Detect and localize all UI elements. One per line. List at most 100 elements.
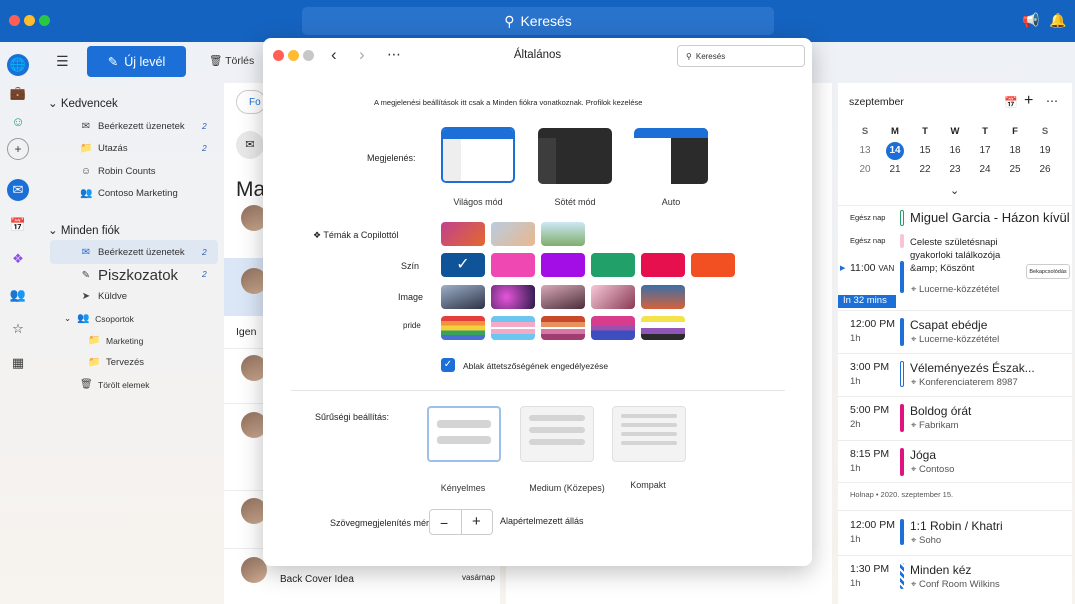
favorites-header[interactable]: ⌄ Kedvencek [48, 96, 118, 110]
color-swatch[interactable]: ✓ [441, 253, 485, 277]
all-sent[interactable]: ➤ Küldve [80, 291, 127, 302]
menu-icon[interactable]: ☰ [56, 53, 69, 70]
calendar-day[interactable]: 14 [886, 142, 904, 160]
fav-travel[interactable]: 📁 Utazás [80, 143, 128, 154]
event-title[interactable]: Csapat ebédje [910, 318, 987, 332]
filter-icon[interactable]: ✉ [236, 131, 264, 159]
calendar-day[interactable]: 13 [856, 145, 874, 156]
theme-light-card[interactable] [441, 127, 515, 183]
group-planning[interactable]: 📁 Tervezés [88, 357, 144, 368]
person-icon[interactable]: ☺ [7, 110, 29, 132]
calendar-day[interactable]: 23 [946, 164, 964, 175]
copilot-icon[interactable]: ❖ [7, 248, 29, 270]
message-subject[interactable]: Back Cover Idea [280, 574, 354, 585]
text-size-stepper: − + [429, 509, 493, 535]
text-size-default-link[interactable]: Alapértelmezett állás [500, 516, 584, 526]
event-title[interactable]: Véleményezés Észak... [910, 361, 1035, 375]
density-medium[interactable] [520, 406, 594, 462]
fav-robin[interactable]: ☺ Robin Counts [80, 166, 156, 177]
calendar-day[interactable]: 22 [916, 164, 934, 175]
event-location: ⌖ Lucerne-közzététel [911, 284, 1000, 295]
color-swatch[interactable] [641, 253, 685, 277]
copilot-icon: ❖ [313, 230, 322, 240]
fav-inbox[interactable]: ✉ Beérkezett üzenetek [80, 121, 185, 132]
today-icon[interactable]: 📅 [1004, 96, 1018, 109]
add-event-icon[interactable]: + [1024, 92, 1033, 110]
event-title[interactable]: Jóga [910, 448, 936, 462]
copilot-theme-2[interactable] [491, 222, 535, 246]
image-theme-2[interactable] [491, 285, 535, 309]
copilot-theme-3[interactable] [541, 222, 585, 246]
globe-icon[interactable]: 🌐 [7, 54, 29, 76]
all-accounts-header[interactable]: ⌄ Minden fiók [48, 223, 120, 237]
fav-contoso[interactable]: 👥 Contoso Marketing [80, 188, 178, 199]
calendar-day[interactable]: 18 [1006, 145, 1024, 156]
settings-search[interactable]: ⚲ Keresés [677, 45, 805, 67]
deleted-items[interactable]: 🗑 Törölt elemek [80, 379, 150, 390]
chevron-down-icon[interactable]: ⌄ [950, 184, 959, 197]
event-bar [900, 318, 904, 346]
calendar-day[interactable]: 25 [1006, 164, 1024, 175]
all-inbox[interactable]: ✉ Beérkezett üzenetek [80, 247, 185, 258]
calendar-icon[interactable]: 📅 [7, 214, 29, 236]
color-swatch[interactable] [541, 253, 585, 277]
bell-icon[interactable]: 🔔 [1049, 12, 1066, 29]
star-icon[interactable]: ☆ [7, 318, 29, 340]
allday-event[interactable]: Celeste születésnapi gyakorloki találkoz… [910, 236, 1020, 275]
theme-dark-card[interactable] [538, 128, 612, 184]
focused-tab[interactable]: Fo [236, 90, 266, 114]
briefcase-icon[interactable]: 💼 [7, 82, 29, 104]
color-swatch[interactable] [691, 253, 735, 277]
join-button[interactable]: Bekapcsolódás [1026, 264, 1070, 279]
density-comfortable[interactable] [427, 406, 501, 462]
mail-icon[interactable]: ✉ [7, 179, 29, 201]
increase-text-size-button[interactable]: + [472, 513, 481, 530]
megaphone-icon[interactable]: 📢 [1022, 12, 1039, 29]
calendar-day[interactable]: 20 [856, 164, 874, 175]
image-theme-4[interactable] [591, 285, 635, 309]
color-swatch[interactable] [491, 253, 535, 277]
new-mail-button[interactable]: ✎ Új levél [87, 46, 186, 77]
close-window-button[interactable] [9, 15, 20, 26]
pride-theme-trans[interactable] [491, 316, 535, 340]
copilot-theme-1[interactable] [441, 222, 485, 246]
theme-auto-card[interactable] [634, 128, 708, 184]
group-marketing[interactable]: 📁 Marketing [88, 335, 143, 346]
pride-theme-lesbian[interactable] [541, 316, 585, 340]
pride-theme-nonbinary[interactable] [641, 316, 685, 340]
event-title[interactable]: Minden kéz [910, 563, 971, 577]
color-swatch[interactable] [591, 253, 635, 277]
calendar-day[interactable]: 26 [1036, 164, 1054, 175]
allday-event[interactable]: Miguel Garcia - Házon kívül [910, 210, 1070, 225]
calendar-day[interactable]: 17 [976, 145, 994, 156]
chevron-down-icon: ⌄ [48, 98, 58, 110]
calendar-day[interactable]: 21 [886, 164, 904, 175]
apps-icon[interactable]: ▦ [7, 352, 29, 374]
density-compact[interactable] [612, 406, 686, 462]
calendar-day[interactable]: 16 [946, 145, 964, 156]
pride-theme-bi[interactable] [591, 316, 635, 340]
delete-button[interactable]: 🗑 Törlés [209, 54, 254, 67]
decrease-text-size-button[interactable]: − [440, 515, 448, 531]
add-account-icon[interactable]: + [7, 138, 29, 160]
more-icon[interactable]: ⋯ [1046, 94, 1058, 108]
event-title[interactable]: 1:1 Robin / Khatri [910, 519, 1003, 533]
preview-line [529, 415, 585, 421]
people-icon[interactable]: 👥 [7, 284, 29, 306]
image-theme-3[interactable] [541, 285, 585, 309]
minimize-window-button[interactable] [24, 15, 35, 26]
calendar-day[interactable]: 19 [1036, 145, 1054, 156]
calendar-day[interactable]: 24 [976, 164, 994, 175]
zoom-window-button[interactable] [39, 15, 50, 26]
transparency-checkbox[interactable]: ✓ [441, 358, 455, 372]
image-theme-1[interactable] [441, 285, 485, 309]
event-title[interactable]: Boldog órát [910, 404, 971, 418]
event-time: 3:00 PM [850, 361, 890, 373]
pride-theme-rainbow[interactable] [441, 316, 485, 340]
all-drafts[interactable]: ✎ Piszkozatok [80, 267, 178, 284]
calendar-day[interactable]: 15 [916, 145, 934, 156]
global-search-box[interactable]: ⚲ Keresés [302, 7, 774, 35]
preview-line [437, 436, 491, 444]
image-theme-5[interactable] [641, 285, 685, 309]
all-groups[interactable]: ⌄ 👥 Csoportok [64, 313, 134, 324]
